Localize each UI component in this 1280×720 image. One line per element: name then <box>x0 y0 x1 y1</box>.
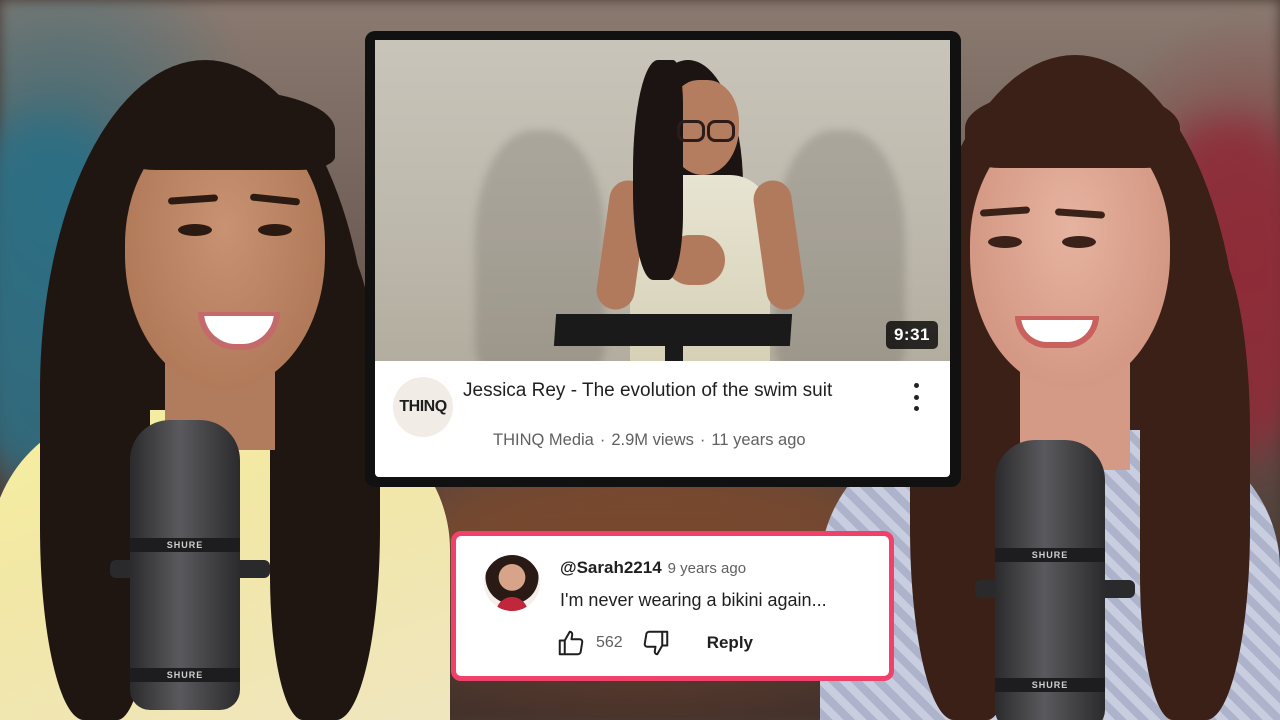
video-meta: THINQ Jessica Rey - The evolution of the… <box>375 361 950 477</box>
more-vert-icon[interactable] <box>912 383 920 411</box>
thumbs-down-icon[interactable] <box>641 628 671 658</box>
thumbs-up-icon[interactable] <box>556 628 586 658</box>
mic-brand-label: SHURE <box>1031 680 1069 690</box>
highlighted-comment: @Sarah2214 9 years ago I'm never wearing … <box>451 531 894 681</box>
mic-brand-label: SHURE <box>166 670 204 680</box>
podium <box>553 314 793 346</box>
commenter-username[interactable]: @Sarah2214 <box>560 558 662 577</box>
like-count: 562 <box>596 634 623 651</box>
left-microphone: SHURE SHURE <box>110 420 270 720</box>
comment-time: 9 years ago <box>667 560 747 577</box>
video-title[interactable]: Jessica Rey - The evolution of the swim … <box>463 379 863 402</box>
right-microphone: SHURE SHURE <box>975 440 1135 720</box>
channel-name[interactable]: THINQ Media <box>493 431 594 449</box>
video-subtitle: THINQ Media · 2.9M views · 11 years ago <box>493 431 806 450</box>
channel-avatar[interactable]: THINQ <box>393 377 453 437</box>
comment-actions: 562 Reply <box>556 628 753 658</box>
commenter-avatar[interactable] <box>484 555 540 611</box>
video-duration: 9:31 <box>885 321 938 349</box>
video-thumbnail[interactable]: 9:31 <box>375 40 950 361</box>
separator: · <box>599 431 606 449</box>
comment-header: @Sarah2214 9 years ago <box>560 558 746 578</box>
reply-button[interactable]: Reply <box>707 633 753 653</box>
mic-brand-label: SHURE <box>166 540 204 550</box>
view-count: 2.9M views <box>611 431 694 449</box>
comment-text: I'm never wearing a bikini again... <box>560 590 827 610</box>
mic-brand-label: SHURE <box>1031 550 1069 560</box>
separator: · <box>699 431 706 449</box>
upload-age: 11 years ago <box>711 431 806 449</box>
